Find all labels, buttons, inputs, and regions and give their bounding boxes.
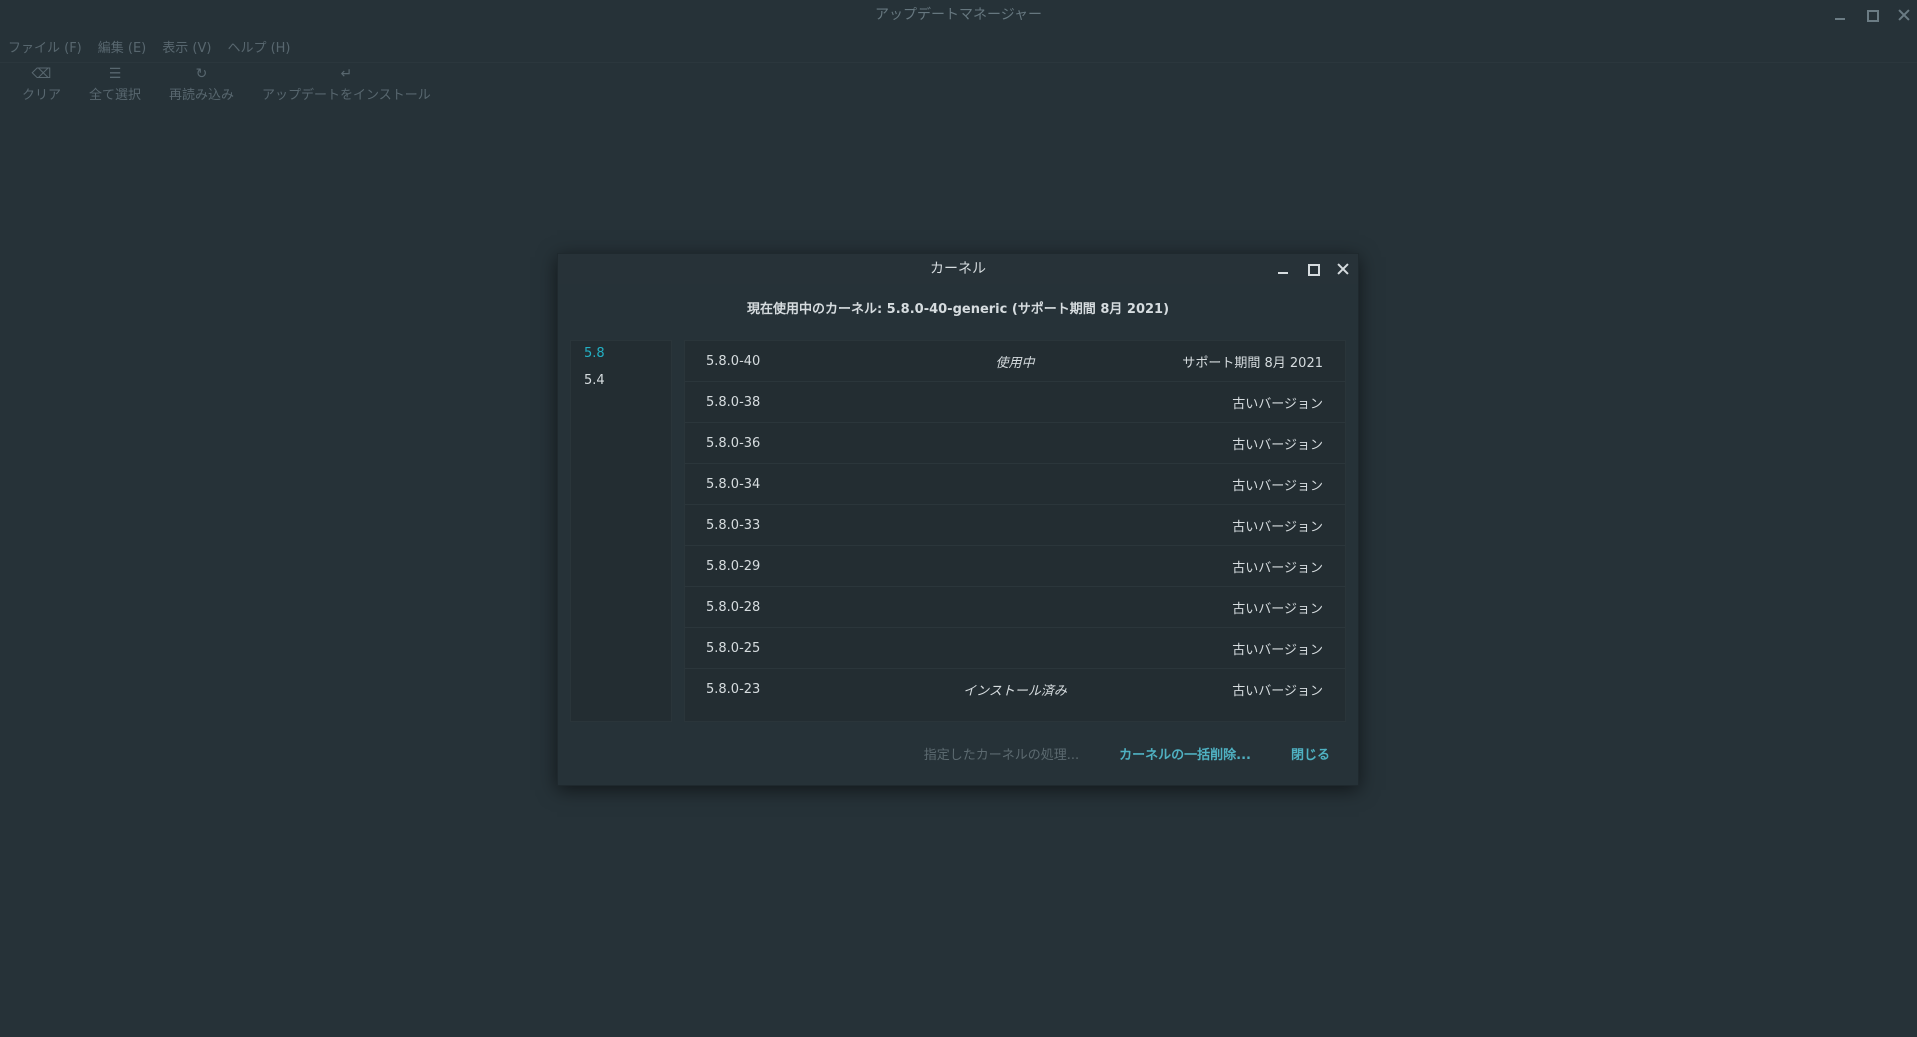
kernel-version: 5.8.0-33 [706,517,761,533]
kernel-version: 5.8.0-38 [706,394,761,410]
menu-view[interactable]: 表示 (V) [154,34,219,58]
install-updates-label: アップデートをインストール [262,88,431,103]
select-all-button[interactable]: ☰ 全て選択 [75,64,155,103]
kernel-row[interactable]: 5.8.0-36 古いバージョン [685,423,1345,464]
kernel-support: 古いバージョン [1232,478,1323,494]
kernel-row[interactable]: 5.8.0-28 古いバージョン [685,587,1345,628]
kernel-row[interactable]: 5.8.0-25 古いバージョン [685,628,1345,669]
close-icon[interactable] [1336,262,1350,276]
menu-help[interactable]: ヘルプ (H) [219,34,298,58]
clear-icon: ⌫ [31,66,52,82]
dialog-title: カーネル [930,261,986,277]
menu-edit[interactable]: 編集 (E) [90,34,155,58]
menubar-divider [0,62,1917,63]
install-icon: ↵ [340,66,353,82]
kernel-version: 5.8.0-29 [706,558,761,574]
kernel-support: 古いバージョン [1232,642,1323,658]
kernel-row[interactable]: 5.8.0-38 古いバージョン [685,382,1345,423]
kernel-support: 古いバージョン [1232,601,1323,617]
dialog-window-controls [1276,254,1350,284]
refresh-label: 再読み込み [169,88,235,103]
kernel-row[interactable]: 5.8.0-34 古いバージョン [685,464,1345,505]
minimize-icon[interactable] [1833,8,1847,22]
install-updates-button[interactable]: ↵ アップデートをインストール [248,64,445,103]
refresh-icon: ↻ [195,66,208,82]
maximize-icon[interactable] [1306,262,1320,276]
current-kernel-label: 現在使用中のカーネル: 5.8.0-40-generic (サポート期間 8月 … [746,302,1170,317]
version-item-5-4[interactable]: 5.4 [571,368,671,395]
kernel-version: 5.8.0-25 [706,640,761,656]
clear-button[interactable]: ⌫ クリア [8,64,75,103]
dialog-footer: 指定したカーネルの処理... カーネルの一括削除... 閉じる [924,744,1330,763]
dialog-titlebar: カーネル [558,254,1358,284]
kernel-version: 5.8.0-28 [706,599,761,615]
window-title: アップデートマネージャー [874,7,1043,23]
window-titlebar: アップデートマネージャー [0,0,1917,30]
version-list: 5.8 5.4 [570,340,672,722]
kernel-version: 5.8.0-34 [706,476,761,492]
kernel-support: 古いバージョン [1232,560,1323,576]
kernel-row[interactable]: 5.8.0-29 古いバージョン [685,546,1345,587]
window-controls [1833,0,1911,30]
menubar: ファイル (F) 編集 (E) 表示 (V) ヘルプ (H) [0,34,299,58]
select-all-icon: ☰ [108,66,122,82]
maximize-icon[interactable] [1865,8,1879,22]
minimize-icon[interactable] [1276,262,1290,276]
kernel-support: 古いバージョン [1232,396,1323,412]
menu-file[interactable]: ファイル (F) [0,34,90,58]
close-icon[interactable] [1897,8,1911,22]
kernel-row[interactable]: 5.8.0-23 インストール済み 古いバージョン [685,669,1345,709]
kernel-row[interactable]: 5.8.0-33 古いバージョン [685,505,1345,546]
refresh-button[interactable]: ↻ 再読み込み [155,64,248,103]
kernel-version: 5.8.0-36 [706,435,761,451]
select-all-label: 全て選択 [89,88,142,103]
kernel-support: 古いバージョン [1232,519,1323,535]
bulk-remove-button[interactable]: カーネルの一括削除... [1119,744,1251,763]
kernel-support: 古いバージョン [1232,437,1323,453]
kernel-row[interactable]: 5.8.0-40 使用中 サポート期間 8月 2021 [685,341,1345,382]
version-item-5-8[interactable]: 5.8 [571,341,671,368]
toolbar: ⌫ クリア ☰ 全て選択 ↻ 再読み込み ↵ アップデートをインストール [8,64,445,103]
process-kernel-button[interactable]: 指定したカーネルの処理... [924,744,1079,763]
kernel-dialog: カーネル 現在使用中のカーネル: 5.8.0-40-generic (サポート期… [557,253,1359,786]
kernel-support: サポート期間 8月 2021 [1182,355,1323,371]
close-button[interactable]: 閉じる [1291,744,1330,763]
kernel-support: 古いバージョン [1232,683,1323,699]
kernel-list: 5.8.0-40 使用中 サポート期間 8月 2021 5.8.0-38 古いバ… [684,340,1346,722]
clear-label: クリア [22,88,62,103]
